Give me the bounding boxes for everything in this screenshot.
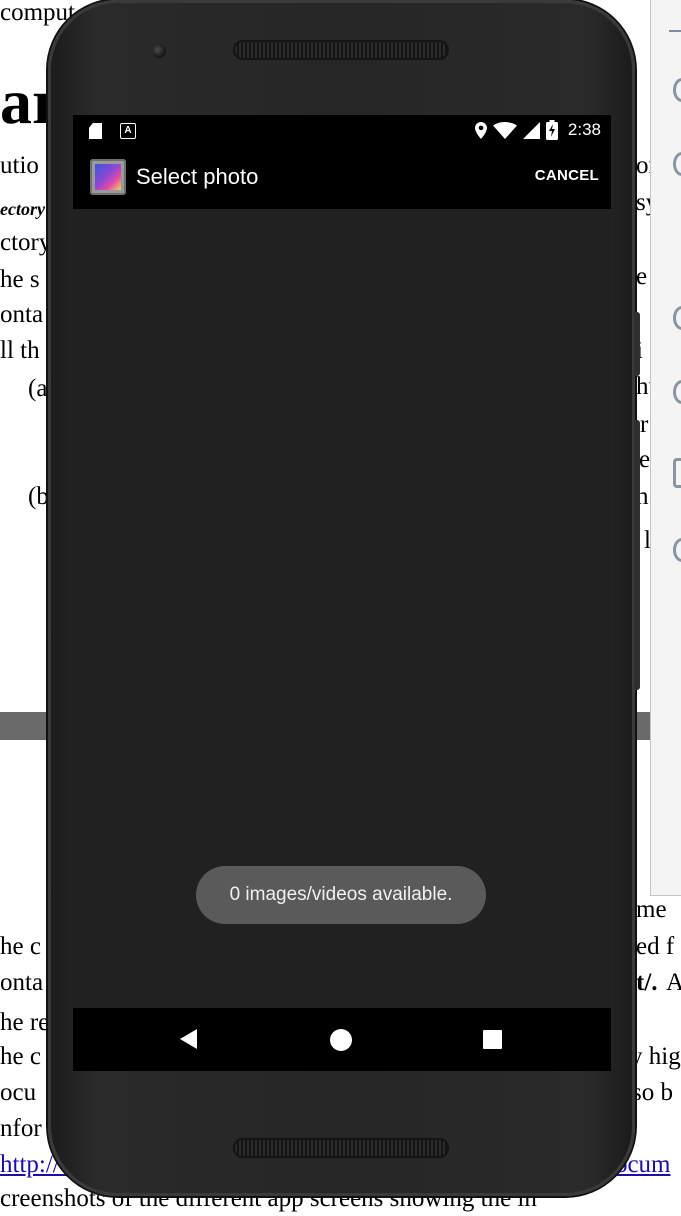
doc-text-fragment: so b: [632, 1079, 673, 1106]
doc-text-fragment: me: [636, 896, 667, 923]
gallery-app-icon: [90, 159, 126, 195]
doc-text-line: ll th: [0, 337, 40, 364]
doc-text-line: he c: [0, 1043, 41, 1070]
panel-dash: [669, 30, 681, 32]
phone-screen: A 2:38 Select photo CANCEL 0 images/vide…: [73, 115, 611, 1071]
front-camera: [152, 44, 166, 58]
recents-square-icon[interactable]: [483, 1030, 502, 1049]
sd-card-icon: [89, 123, 102, 139]
toast-message: 0 images/videos available.: [196, 866, 486, 924]
doc-text-fragment: ed f: [636, 933, 675, 960]
doc-text-fragment: t/.: [636, 969, 658, 996]
panel-icon[interactable]: [673, 538, 681, 562]
cancel-button[interactable]: CANCEL: [535, 167, 599, 184]
panel-icon[interactable]: [673, 78, 681, 102]
doc-text-line: he s: [0, 266, 40, 293]
doc-text-line: he re: [0, 1009, 50, 1036]
doc-text-line: comput: [0, 0, 75, 26]
back-triangle-icon[interactable]: [180, 1029, 197, 1049]
doc-text-fragment: A: [666, 969, 681, 996]
doc-text-line: onta: [0, 301, 44, 328]
status-icons: 2:38: [474, 115, 601, 145]
doc-text-line: (b: [28, 483, 49, 510]
panel-icon[interactable]: [673, 380, 681, 404]
status-time: 2:38: [567, 120, 601, 139]
bottom-speaker: [233, 1138, 449, 1158]
volume-button[interactable]: [634, 312, 640, 376]
doc-text-line: utio: [0, 152, 39, 179]
doc-text-line: ocu: [0, 1079, 37, 1106]
panel-icon[interactable]: [673, 306, 681, 330]
doc-text-line: ectory: [0, 199, 45, 219]
doc-text-line: (a: [28, 375, 48, 402]
top-speaker: [233, 40, 449, 60]
side-panel: [650, 0, 681, 896]
panel-icon[interactable]: [673, 152, 681, 176]
cell-signal-icon: [522, 121, 540, 139]
doc-text-line: ctory: [0, 229, 52, 256]
status-bar: A 2:38: [73, 115, 611, 145]
panel-icon[interactable]: [673, 458, 681, 488]
doc-text-fragment: y hig: [630, 1043, 681, 1070]
doc-text-line: he c: [0, 933, 41, 960]
power-button[interactable]: [634, 420, 640, 690]
location-icon: [474, 121, 487, 139]
doc-text-fragment: e: [636, 263, 648, 290]
battery-charging-icon: [545, 120, 558, 140]
toolbar-title: Select photo: [136, 164, 259, 189]
doc-text-line: onta: [0, 969, 44, 996]
wifi-icon: [492, 121, 517, 139]
doc-text-fragment: r: [640, 411, 649, 438]
toolbar: Select photo CANCEL: [73, 145, 611, 209]
doc-text-line: nfor: [0, 1115, 42, 1142]
a-notification-icon: A: [120, 123, 136, 139]
navigation-bar: [73, 1008, 611, 1071]
gallery-app-icon-image: [95, 164, 121, 190]
home-circle-icon[interactable]: [330, 1029, 352, 1051]
